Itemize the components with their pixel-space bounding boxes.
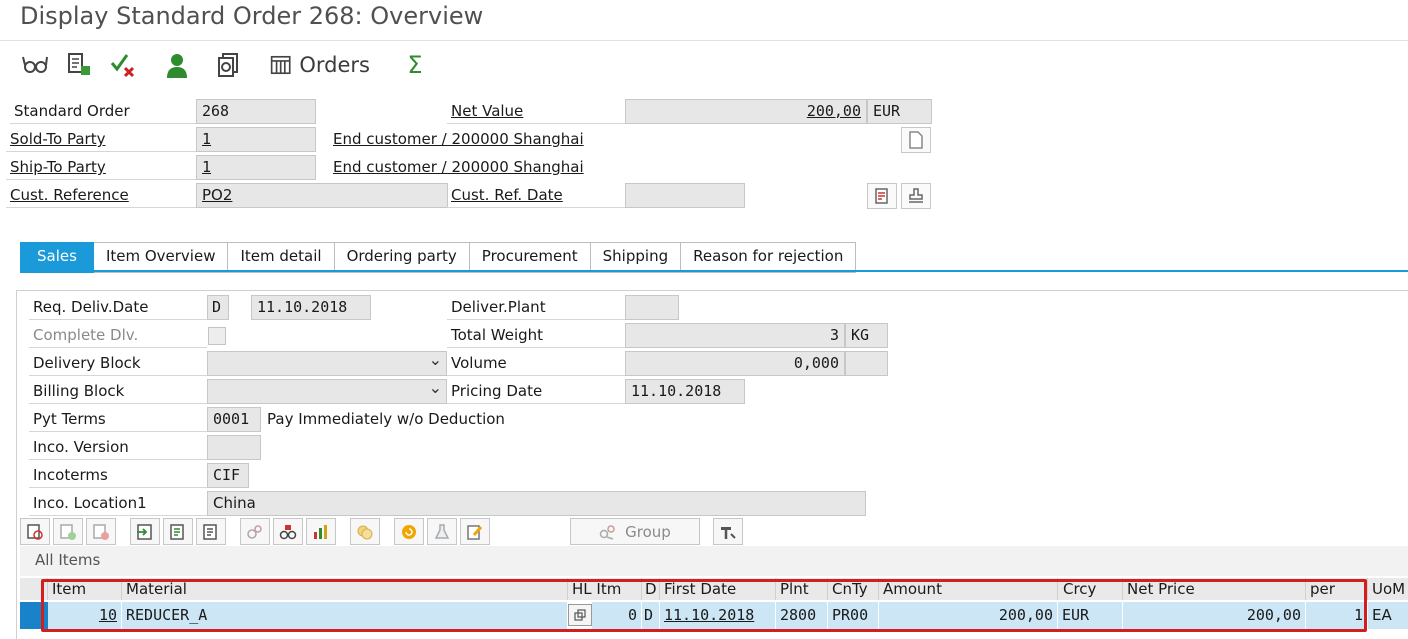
standard-order-label: Standard Order: [10, 99, 196, 124]
select-all-icon[interactable]: [130, 518, 160, 545]
tab-procurement[interactable]: Procurement: [469, 242, 591, 273]
req-deliv-date-label: Req. Deliv.Date: [29, 295, 207, 320]
all-items-title: All Items: [35, 551, 101, 569]
currency-field: EUR: [867, 99, 932, 124]
sold-to-party-desc[interactable]: End customer / 200000 Shanghai: [333, 127, 584, 152]
total-weight-label: Total Weight: [447, 323, 625, 348]
print-copies-icon[interactable]: [212, 48, 246, 82]
all-items-section: [20, 546, 1408, 576]
stamp-icon[interactable]: [901, 183, 931, 209]
group-label: Group: [625, 522, 671, 541]
delivery-block-label: Delivery Block: [29, 351, 207, 376]
availability-icon[interactable]: [273, 518, 303, 545]
inco-version-label: Inco. Version: [29, 435, 207, 460]
incoterms-label: Incoterms: [29, 463, 207, 488]
req-deliv-date-field: 11.10.2018: [251, 295, 371, 320]
tab-ordering-party[interactable]: Ordering party: [334, 242, 470, 273]
sold-to-party-label[interactable]: Sold-To Party: [6, 127, 196, 152]
check-cancel-icon[interactable]: [106, 48, 140, 82]
tab-reason-for-rejection[interactable]: Reason for rejection: [681, 242, 857, 273]
tab-strip: Sales Item Overview Item detail Ordering…: [20, 242, 857, 273]
orders-label: Orders: [299, 53, 370, 77]
tab-sales[interactable]: Sales: [20, 242, 94, 273]
display-glasses-icon[interactable]: [18, 48, 52, 82]
pricing-date-label: Pricing Date: [447, 379, 625, 404]
complete-dlv-label: Complete Dlv.: [29, 323, 207, 348]
inco-location-field: China: [207, 491, 866, 516]
insert-row-icon[interactable]: [53, 518, 83, 545]
cust-reference-field[interactable]: PO2: [196, 183, 448, 208]
ship-to-party-desc[interactable]: End customer / 200000 Shanghai: [333, 155, 584, 180]
delivery-block-dropdown[interactable]: [207, 348, 447, 376]
billing-block-label: Billing Block: [29, 379, 207, 404]
document-icon[interactable]: [901, 127, 931, 153]
ship-to-party-field[interactable]: 1: [196, 155, 316, 180]
col-header-uom[interactable]: UoM: [1368, 578, 1408, 600]
deselect-all-icon[interactable]: [196, 518, 226, 545]
volume-field: 0,000: [625, 351, 845, 376]
ship-to-party-label[interactable]: Ship-To Party: [6, 155, 196, 180]
coins-icon[interactable]: [350, 518, 380, 545]
pyt-terms-field: 0001: [207, 407, 261, 432]
page-title: Display Standard Order 268: Overview: [20, 2, 484, 30]
incoterms-field: CIF: [207, 463, 249, 488]
document-edit-icon[interactable]: [62, 48, 96, 82]
total-weight-unit-field: KG: [845, 323, 888, 348]
price-orange-icon[interactable]: [394, 518, 424, 545]
item-details-icon[interactable]: [20, 518, 50, 545]
deliver-plant-label: Deliver.Plant: [447, 295, 625, 320]
delete-row-icon[interactable]: [86, 518, 116, 545]
select-block-icon[interactable]: [163, 518, 193, 545]
volume-label: Volume: [447, 351, 625, 376]
tab-underline: [20, 270, 1408, 272]
display-document-icon[interactable]: [867, 183, 897, 209]
inco-location-label: Inco. Location1: [29, 491, 207, 516]
cell-uom[interactable]: EA: [1368, 602, 1408, 629]
configuration-icon[interactable]: [240, 518, 270, 545]
orders-table-icon: [270, 55, 291, 75]
highlight-box: [41, 579, 1367, 632]
partner-person-icon[interactable]: [160, 48, 194, 82]
cust-ref-date-field[interactable]: [625, 183, 745, 208]
hammer-tools-icon[interactable]: [713, 518, 743, 545]
tab-item-detail[interactable]: Item detail: [228, 242, 335, 273]
group-icon: [599, 524, 615, 540]
pricing-chart-icon[interactable]: [306, 518, 336, 545]
total-weight-field: 3: [625, 323, 845, 348]
pyt-terms-label: Pyt Terms: [29, 407, 207, 432]
deliver-plant-field: [625, 295, 679, 320]
pricing-date-field: 11.10.2018: [625, 379, 745, 404]
flask-icon[interactable]: [427, 518, 457, 545]
tab-shipping[interactable]: Shipping: [590, 242, 682, 273]
cust-ref-date-label[interactable]: Cust. Ref. Date: [447, 183, 625, 208]
orders-button[interactable]: Orders: [270, 48, 370, 82]
volume-unit-field: [845, 351, 888, 376]
req-deliv-date-type-field: D: [207, 295, 229, 320]
inco-version-field: [207, 435, 261, 460]
title-divider: [0, 40, 1408, 41]
pyt-terms-desc: Pay Immediately w/o Deduction: [267, 410, 505, 428]
billing-block-dropdown[interactable]: [207, 376, 447, 404]
net-value-field: 200,00: [625, 99, 867, 124]
tab-item-overview[interactable]: Item Overview: [93, 242, 229, 273]
net-value-label[interactable]: Net Value: [447, 99, 625, 124]
complete-dlv-checkbox[interactable]: [208, 327, 226, 345]
cust-reference-label[interactable]: Cust. Reference: [6, 183, 196, 208]
group-button[interactable]: Group: [570, 518, 700, 545]
standard-order-field: 268: [196, 99, 316, 124]
sold-to-party-field[interactable]: 1: [196, 127, 316, 152]
edit-note-icon[interactable]: [460, 518, 490, 545]
sum-icon[interactable]: Σ: [400, 48, 430, 82]
